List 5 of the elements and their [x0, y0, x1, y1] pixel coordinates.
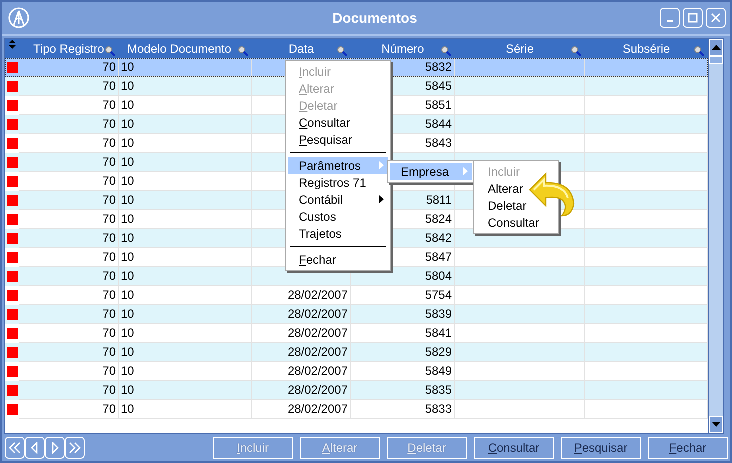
table-cell: 70 [19, 400, 119, 419]
table-cell: 5833 [351, 400, 455, 419]
table-cell: 10 [119, 400, 252, 419]
table-cell: 28/02/2007 [252, 400, 351, 419]
window-title: Documentos [332, 10, 418, 26]
